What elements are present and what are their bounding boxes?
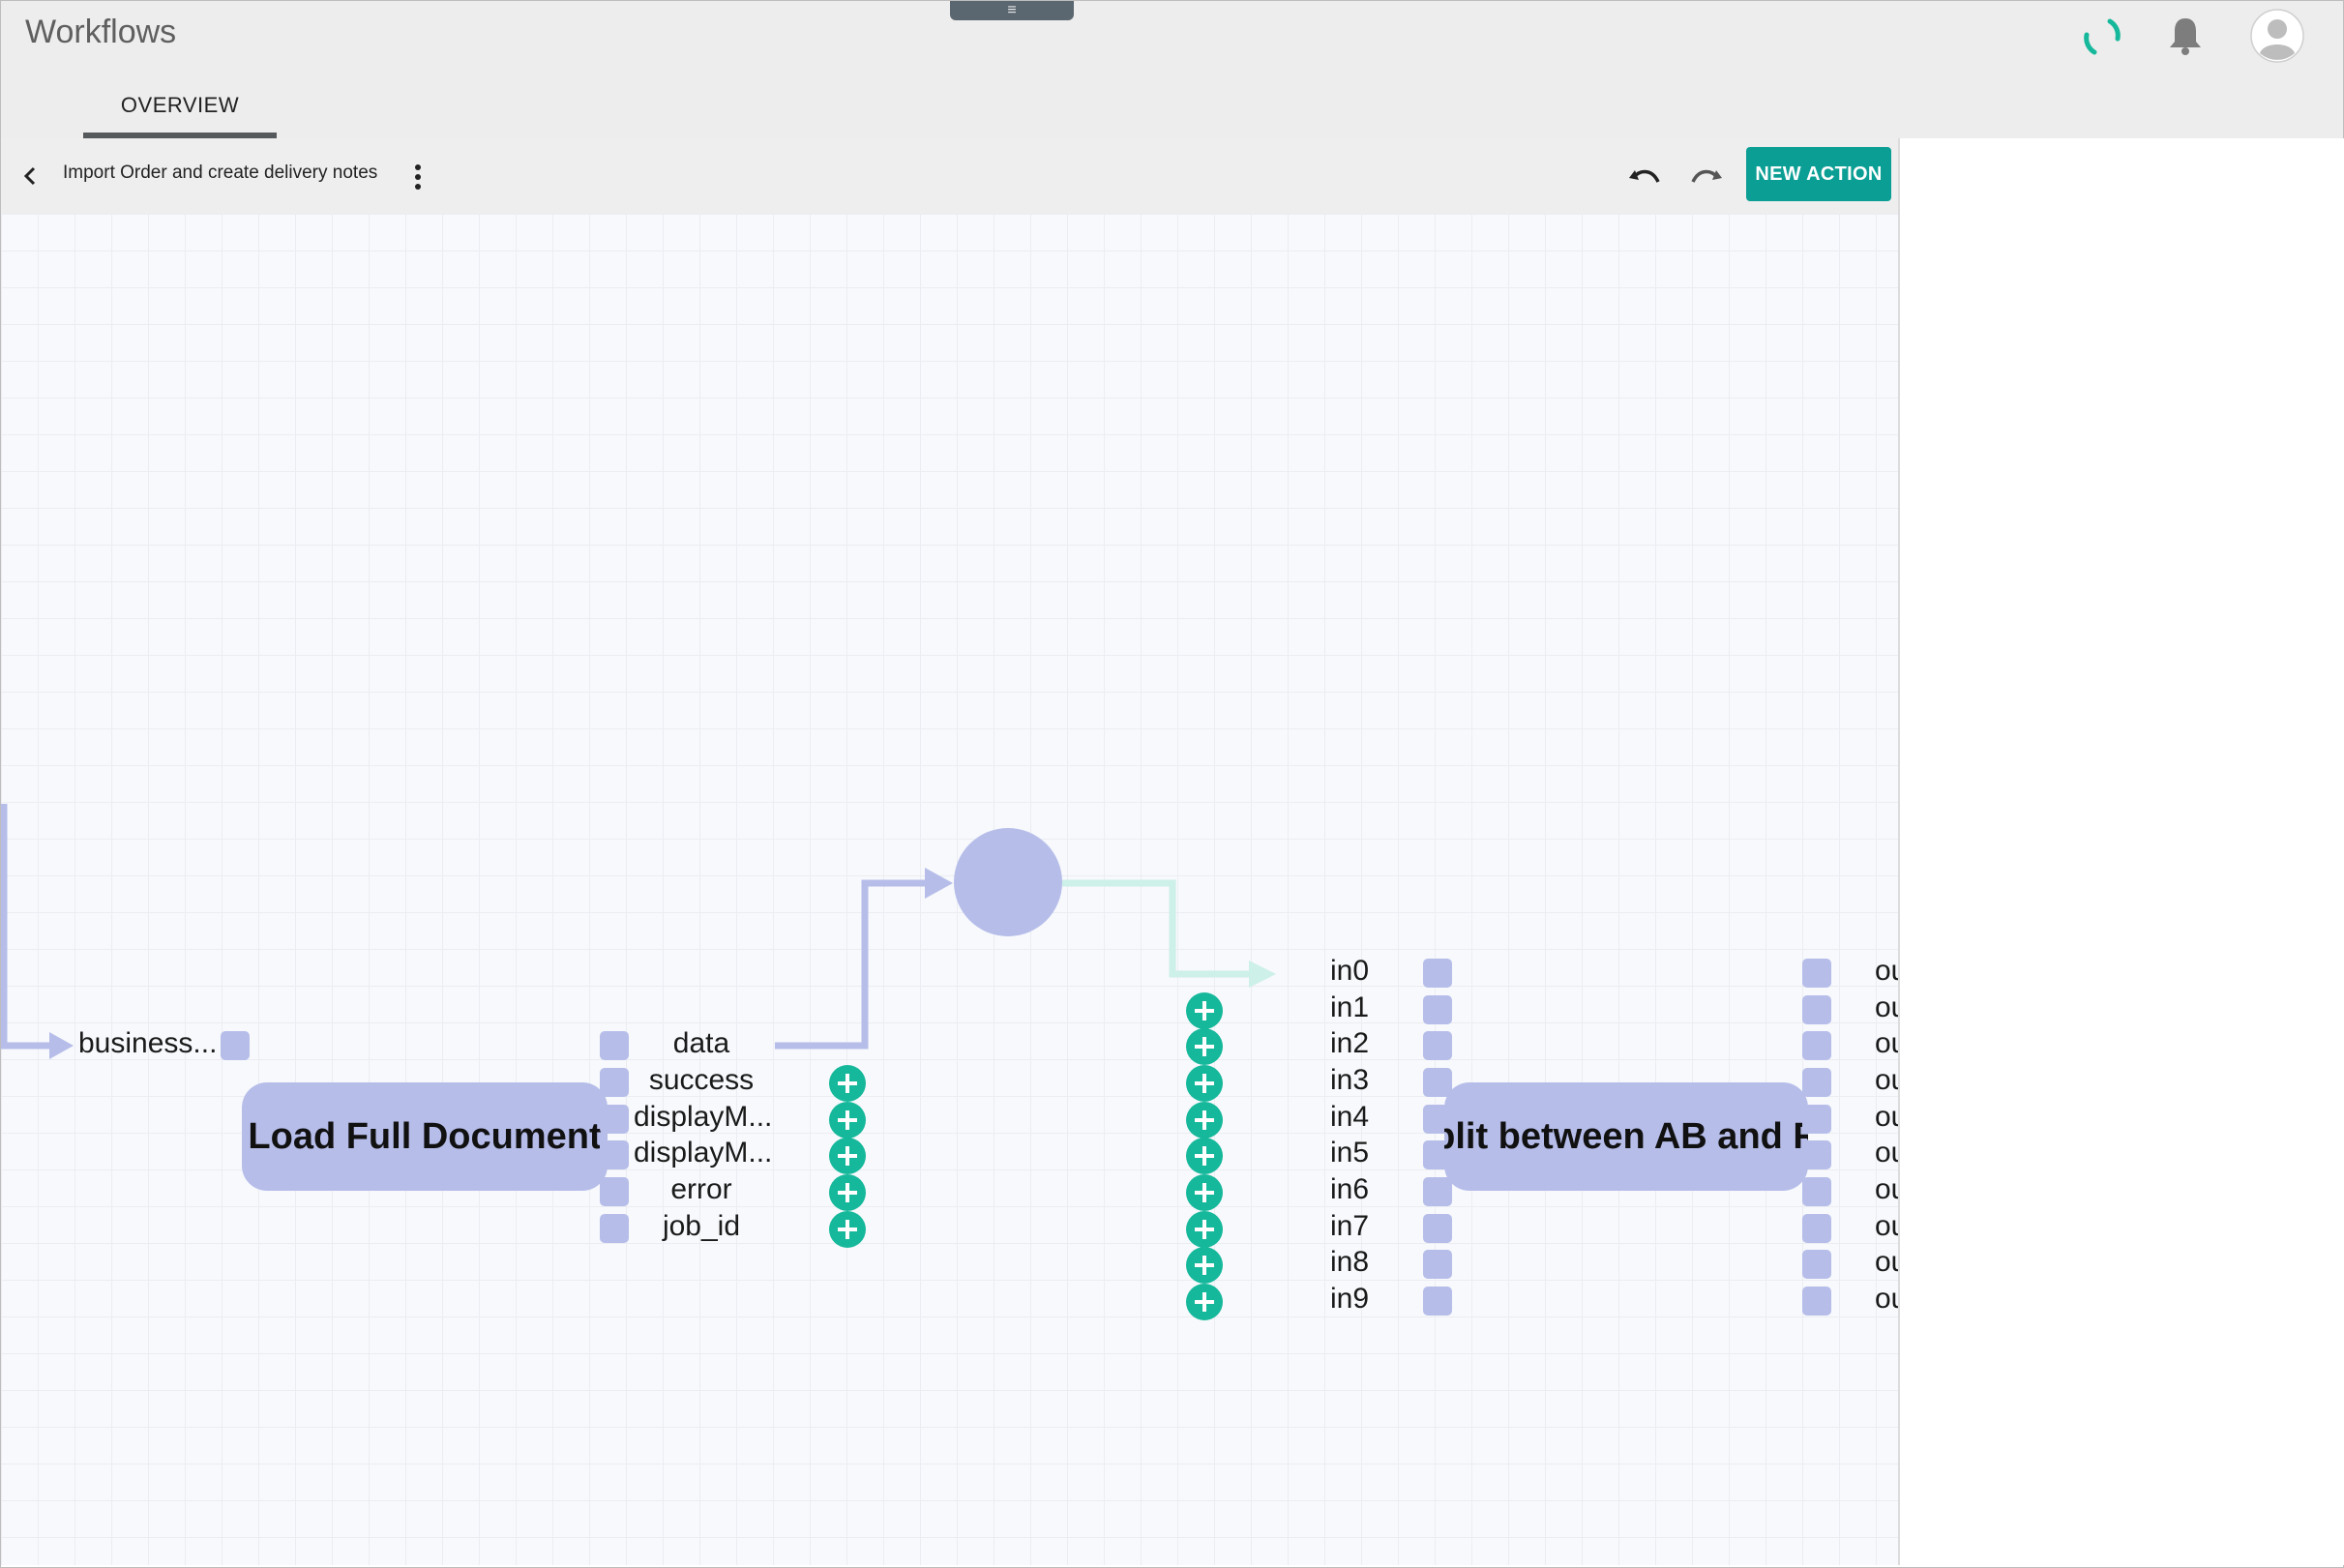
right-side-panel bbox=[1898, 138, 2344, 1565]
input-port[interactable] bbox=[1423, 995, 1452, 1024]
input-port-label: business... bbox=[78, 1027, 218, 1059]
output-port-label: ou bbox=[1875, 1246, 1898, 1278]
add-connection-button[interactable] bbox=[829, 1102, 866, 1139]
output-port-label: ou bbox=[1875, 1173, 1898, 1205]
add-connection-button[interactable] bbox=[1186, 1211, 1223, 1248]
bell-icon[interactable] bbox=[2166, 15, 2205, 57]
output-port[interactable] bbox=[600, 1031, 629, 1060]
input-port-label: in0 bbox=[1330, 955, 1370, 987]
output-port[interactable] bbox=[1802, 959, 1831, 988]
output-port-label: ou bbox=[1875, 1027, 1898, 1059]
input-port[interactable] bbox=[221, 1031, 250, 1060]
redo-icon[interactable] bbox=[1689, 163, 1724, 190]
output-port[interactable] bbox=[1802, 1031, 1831, 1060]
input-port-label: in2 bbox=[1330, 1027, 1370, 1059]
wire-pending-arrow bbox=[1249, 961, 1276, 988]
add-connection-button[interactable] bbox=[1186, 1284, 1223, 1320]
input-port-label: in8 bbox=[1330, 1246, 1370, 1278]
input-port[interactable] bbox=[1423, 1287, 1452, 1316]
node-title: Load Full Document bbox=[248, 1115, 602, 1157]
output-port[interactable] bbox=[600, 1177, 629, 1206]
workflow-canvas[interactable]: business... Load Full Document data succ… bbox=[1, 214, 1898, 1565]
add-connection-button[interactable] bbox=[829, 1211, 866, 1248]
node-split-between-ab[interactable]: plit between AB and R bbox=[1444, 1082, 1808, 1191]
input-port[interactable] bbox=[1423, 959, 1452, 988]
input-port[interactable] bbox=[1423, 1250, 1452, 1279]
output-port[interactable] bbox=[1802, 1214, 1831, 1243]
output-port-label: displayM... bbox=[634, 1101, 773, 1133]
workflow-name: Import Order and create delivery notes bbox=[63, 163, 378, 183]
output-port[interactable] bbox=[600, 1068, 629, 1097]
input-port-label: in3 bbox=[1330, 1064, 1370, 1096]
add-connection-button[interactable] bbox=[1186, 1028, 1223, 1065]
output-port-label: data bbox=[672, 1027, 730, 1059]
output-port-label: success bbox=[648, 1064, 755, 1096]
wire-incoming bbox=[1, 804, 59, 1050]
user-avatar-icon[interactable] bbox=[2250, 9, 2304, 63]
loading-spinner-icon bbox=[2084, 18, 2121, 55]
junction-node bbox=[954, 828, 1062, 936]
add-connection-button[interactable] bbox=[829, 1065, 866, 1102]
drawer-handle[interactable]: ≡ bbox=[950, 1, 1074, 20]
output-port-label: ou bbox=[1875, 991, 1898, 1023]
output-port[interactable] bbox=[600, 1105, 629, 1134]
input-port[interactable] bbox=[1423, 1031, 1452, 1060]
add-connection-button[interactable] bbox=[1186, 1247, 1223, 1284]
output-port-label: ou bbox=[1875, 1210, 1898, 1242]
new-action-button[interactable]: NEW ACTION bbox=[1746, 147, 1891, 201]
add-connection-button[interactable] bbox=[1186, 1102, 1223, 1139]
input-port-label: in4 bbox=[1330, 1101, 1370, 1133]
output-port-label: ou bbox=[1875, 1101, 1898, 1133]
add-connection-button[interactable] bbox=[829, 1138, 866, 1174]
output-port[interactable] bbox=[1802, 1250, 1831, 1279]
more-vertical-icon[interactable] bbox=[406, 163, 430, 192]
input-port-label: in9 bbox=[1330, 1283, 1370, 1315]
output-port[interactable] bbox=[1802, 1068, 1831, 1097]
tab-overview-label: OVERVIEW bbox=[120, 93, 240, 117]
output-port-label: job_id bbox=[662, 1210, 741, 1242]
input-port-label: in1 bbox=[1330, 991, 1370, 1023]
output-port[interactable] bbox=[1802, 1105, 1831, 1134]
wire-data-arrow bbox=[925, 868, 953, 899]
add-connection-button[interactable] bbox=[1186, 1138, 1223, 1174]
input-port-label: in7 bbox=[1330, 1210, 1370, 1242]
node-load-full-document[interactable]: Load Full Document bbox=[242, 1082, 608, 1191]
input-port[interactable] bbox=[1423, 1177, 1452, 1206]
node-title: plit between AB and R bbox=[1444, 1115, 1808, 1157]
output-port[interactable] bbox=[600, 1140, 629, 1169]
add-connection-button[interactable] bbox=[1186, 1065, 1223, 1102]
output-port[interactable] bbox=[1802, 1177, 1831, 1206]
add-connection-button[interactable] bbox=[1186, 1174, 1223, 1211]
undo-icon[interactable] bbox=[1627, 163, 1662, 190]
add-connection-button[interactable] bbox=[829, 1174, 866, 1211]
output-port[interactable] bbox=[1802, 1287, 1831, 1316]
input-port-label: in6 bbox=[1330, 1173, 1370, 1205]
chevron-left-icon[interactable] bbox=[19, 164, 43, 188]
tab-overview[interactable]: OVERVIEW bbox=[83, 59, 277, 138]
output-port-label: ou bbox=[1875, 1137, 1898, 1169]
output-port-label: error bbox=[670, 1173, 732, 1205]
input-port[interactable] bbox=[1423, 1214, 1452, 1243]
wire-junction-to-in0 bbox=[1062, 879, 1259, 978]
wire-data-to-junction bbox=[775, 879, 939, 1050]
input-port-label: in5 bbox=[1330, 1137, 1370, 1169]
wire-incoming-arrow bbox=[49, 1032, 74, 1059]
add-connection-button[interactable] bbox=[1186, 992, 1223, 1029]
output-port[interactable] bbox=[600, 1214, 629, 1243]
output-port-label: ou bbox=[1875, 955, 1898, 987]
app-title: Workflows bbox=[25, 14, 177, 50]
output-port-label: ou bbox=[1875, 1283, 1898, 1315]
connection-wires bbox=[1, 804, 1276, 1059]
app-header: Workflows ≡ OVERVIEW bbox=[1, 1, 2343, 138]
output-port[interactable] bbox=[1802, 995, 1831, 1024]
output-port[interactable] bbox=[1802, 1140, 1831, 1169]
output-port-label: ou bbox=[1875, 1064, 1898, 1096]
output-port-label: displayM... bbox=[634, 1137, 773, 1169]
